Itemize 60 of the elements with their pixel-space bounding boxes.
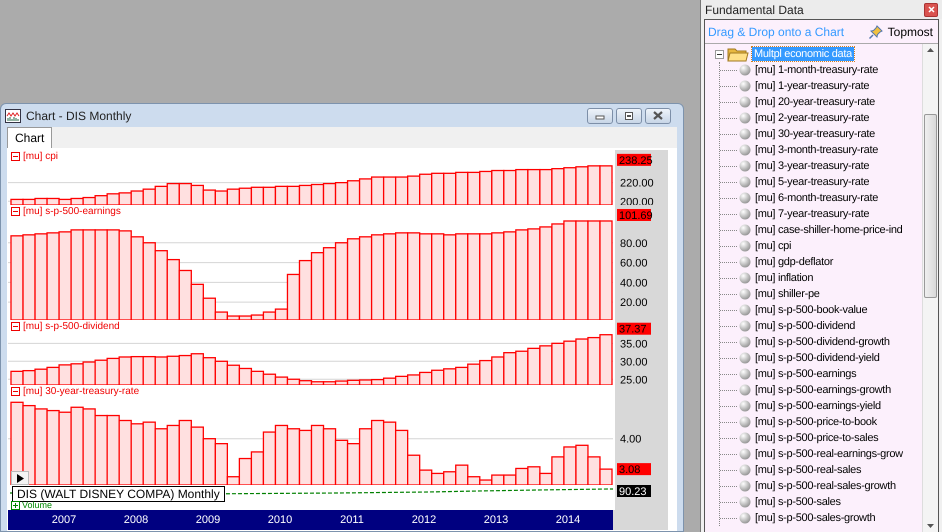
tick-label: 60.00 <box>620 258 648 270</box>
pane-title: [mu] s-p-500-dividend <box>23 321 120 332</box>
tree-item[interactable]: [mu] 2-year-treasury-rate <box>753 111 872 125</box>
tree-item[interactable]: [mu] s-p-500-dividend-yield <box>753 351 882 365</box>
panel-title: Fundamental Data <box>705 2 804 16</box>
window-title: Chart - DIS Monthly <box>26 108 132 122</box>
tree-item[interactable]: [mu] s-p-500-real-sales <box>753 463 864 477</box>
pane-title: [mu] 30-year-treasury-rate <box>23 386 140 397</box>
topmost-button[interactable]: Topmost <box>866 24 935 40</box>
tick-label: 35.00 <box>620 338 648 350</box>
tree-item[interactable]: [mu] s-p-500-sales-growth <box>753 511 878 525</box>
chart-tab[interactable]: Chart <box>7 127 52 148</box>
tree-item[interactable]: [mu] gdp-deflator <box>753 255 836 269</box>
year-label: 2014 <box>554 513 582 528</box>
tree-item[interactable]: [mu] inflation <box>753 271 816 285</box>
tree-item[interactable]: [mu] s-p-500-earnings <box>753 367 858 381</box>
tree-item[interactable]: [mu] s-p-500-real-earnings-grow <box>753 447 905 461</box>
tree-item[interactable]: [mu] s-p-500-sales <box>753 495 843 509</box>
tree-item[interactable]: [mu] s-p-500-earnings-yield <box>753 399 883 413</box>
tree-item[interactable]: [mu] s-p-500-earnings-growth <box>753 383 893 397</box>
tree-item[interactable]: [mu] s-p-500-price-to-sales <box>753 431 880 445</box>
tick-label: 20.00 <box>620 297 648 310</box>
tree-item[interactable]: [mu] 3-year-treasury-rate <box>753 159 872 173</box>
tick-label: 25.00 <box>620 374 648 385</box>
tick-label: 200.00 <box>620 196 654 205</box>
tree-item[interactable]: [mu] 20-year-treasury-rate <box>753 95 877 109</box>
tree-item[interactable]: [mu] 5-year-treasury-rate <box>753 175 872 189</box>
tick-label: 4.00 <box>620 434 642 446</box>
pane-title: [mu] s-p-500-earnings <box>23 206 121 217</box>
tree-item[interactable]: [mu] cpi <box>753 239 794 253</box>
tree-item[interactable]: [mu] 30-year-treasury-rate <box>753 127 877 141</box>
tree-item[interactable]: [mu] s-p-500-dividend-growth <box>753 335 892 349</box>
tree-item[interactable]: [mu] s-p-500-dividend <box>753 319 858 333</box>
tree-item[interactable]: [mu] s-p-500-real-sales-growth <box>753 479 898 493</box>
tree-item[interactable]: [mu] shiller-pe <box>753 287 822 301</box>
pane-title: Volume <box>22 501 52 510</box>
last-value-badge: 90.23 <box>617 485 651 498</box>
tree-item[interactable]: [mu] s-p-500-price-to-book <box>753 415 879 429</box>
year-label: 2007 <box>50 513 78 528</box>
year-label: 2009 <box>194 513 222 528</box>
tick-label: 220.00 <box>620 178 654 190</box>
tree-item[interactable]: [mu] 7-year-treasury-rate <box>753 207 872 221</box>
year-label: 2013 <box>482 513 510 528</box>
pane-title: [mu] cpi <box>23 151 58 162</box>
tree-item[interactable]: [mu] 6-month-treasury-rate <box>753 191 880 205</box>
tooltip: DIS (WALT DISNEY COMPA) Monthly <box>12 486 225 502</box>
year-label: 2011 <box>339 513 365 528</box>
tree-item[interactable]: [mu] 1-year-treasury-rate <box>753 79 872 93</box>
tree-item[interactable]: [mu] case-shiller-home-price-ind <box>753 223 905 237</box>
tick-label: 40.00 <box>620 277 648 290</box>
tree-item[interactable]: [mu] s-p-500-book-value <box>753 303 870 317</box>
year-label: 2008 <box>122 513 150 528</box>
last-value-badge: 3.08 <box>617 463 651 476</box>
last-value-badge: 37.37 <box>617 322 651 336</box>
tree-item[interactable]: [mu] 3-month-treasury-rate <box>753 143 880 157</box>
year-label: 2012 <box>410 513 438 528</box>
tick-label: 80.00 <box>620 238 648 250</box>
tick-label: 30.00 <box>620 356 648 368</box>
tree-item[interactable]: [mu] 1-month-treasury-rate <box>753 63 880 77</box>
year-label: 2010 <box>266 513 294 528</box>
